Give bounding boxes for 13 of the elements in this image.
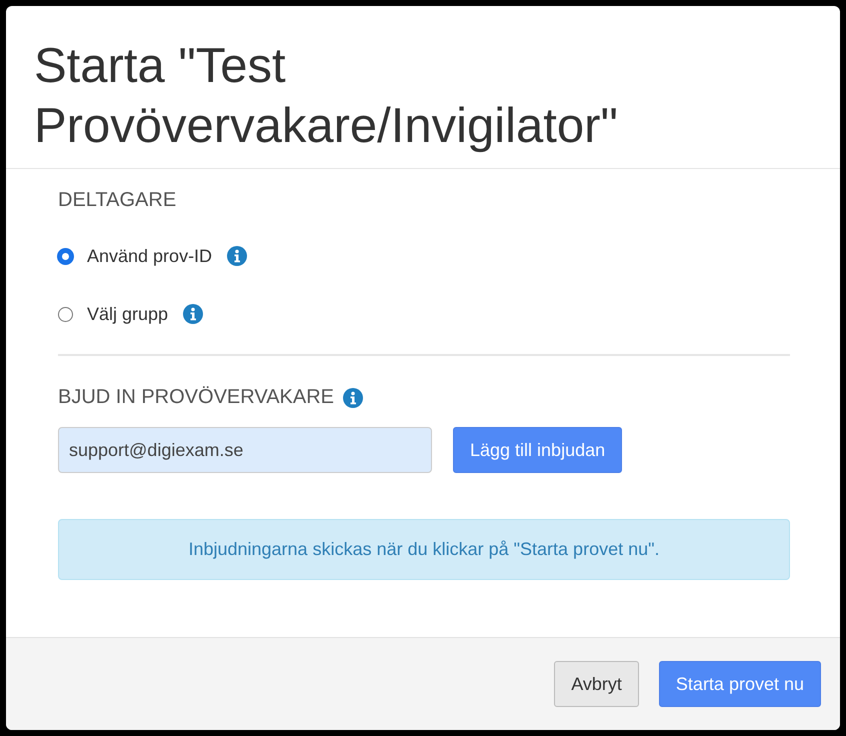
email-field[interactable]: support@digiexam.se <box>58 427 432 473</box>
info-notice: Inbjudningarna skickas när du klickar på "Starta provet nu". <box>58 519 790 580</box>
radio-label[interactable]: Använd prov-ID <box>87 246 212 266</box>
dialog-title: Starta "Test Provövervakare/Invigilator" <box>34 38 619 155</box>
info-icon[interactable] <box>342 386 364 408</box>
info-icon[interactable] <box>226 245 248 267</box>
info-icon[interactable] <box>182 303 204 325</box>
radio-label[interactable]: Välj grupp <box>87 304 168 324</box>
radio-button[interactable] <box>58 248 73 264</box>
radio-button[interactable] <box>58 306 73 322</box>
cancel-button[interactable]: Avbryt <box>554 661 639 707</box>
section-heading: DELTAGARE <box>58 189 176 212</box>
section-heading: BJUD IN PROVÖVERVAKARE <box>58 386 334 409</box>
